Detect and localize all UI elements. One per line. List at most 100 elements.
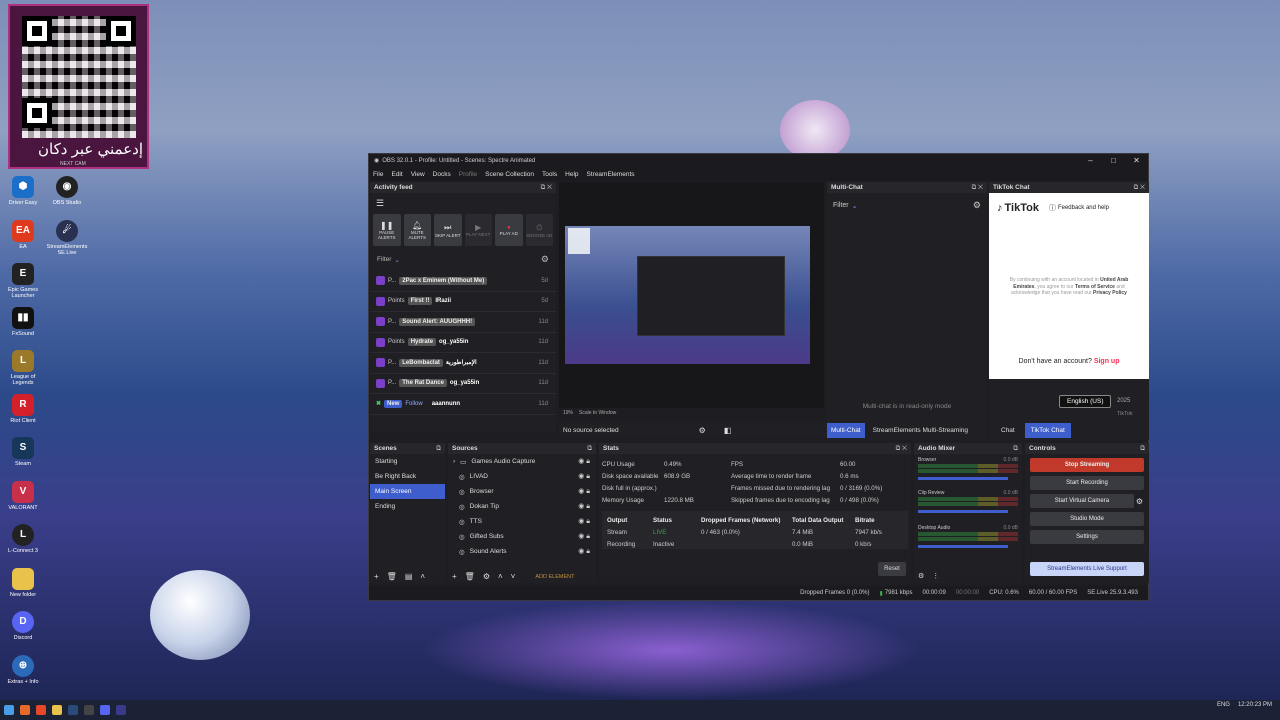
list-item[interactable]: P... 2Pac x Eminem (Without Me) 5d [370, 271, 556, 292]
eye-icon[interactable]: ◉ 🔒︎ [578, 472, 590, 481]
hamburger-icon[interactable]: ☰ [370, 193, 556, 214]
dock-close-icon[interactable]: ⧉ ✕ [972, 184, 983, 192]
move-up-icon[interactable]: ˄ [498, 572, 503, 581]
clock[interactable]: 12:20:23 PM [1238, 702, 1272, 708]
desktop-icon-riot[interactable]: R Riot Client [4, 393, 42, 438]
feedback-link[interactable]: Feedback and help [1058, 205, 1109, 211]
desktop-icon-ea[interactable]: EA EA [4, 219, 42, 264]
list-item[interactable]: P... Sound Alert: AUUGHHH! 11d [370, 312, 556, 333]
browser-icon[interactable] [20, 705, 30, 715]
eye-icon[interactable]: ◉ 🔒︎ [578, 547, 590, 556]
settings-button[interactable]: Settings [1030, 530, 1144, 544]
menu-help[interactable]: Help [565, 171, 578, 178]
dock-float-icon[interactable]: ⧉ [1140, 445, 1145, 453]
snooze-ad-button[interactable]: ⏲ SNOOZE AD [525, 214, 553, 246]
play-next-button[interactable]: ▶ PLAY NEXT [464, 214, 492, 246]
file-explorer-icon[interactable] [52, 705, 62, 715]
list-item[interactable]: P... The Rat Dance og_ya55in 11d [370, 374, 556, 394]
scene-item[interactable]: Ending [370, 499, 445, 514]
gear-icon[interactable]: ⚙ [973, 200, 981, 211]
source-item[interactable]: ◎ LIVAD ◉ 🔒︎ [448, 469, 596, 484]
source-item[interactable]: ◎ Dokan Tip ◉ 🔒︎ [448, 499, 596, 514]
desktop-icon-league[interactable]: L League of Legends [4, 350, 42, 394]
tab-tiktok-chat[interactable]: TikTok Chat [1024, 423, 1071, 438]
gear-icon[interactable]: ⚙ [541, 254, 549, 265]
menu-file[interactable]: File [373, 171, 383, 178]
steam-icon[interactable] [68, 705, 78, 715]
language-indicator[interactable]: ENG [1217, 702, 1230, 708]
gear-icon[interactable]: ⚙ [699, 426, 706, 435]
menu-edit[interactable]: Edit [391, 171, 402, 178]
stop-streaming-button[interactable]: Stop Streaming [1030, 458, 1144, 472]
desktop-icon-fxsound[interactable]: ▮▮ FxSound [4, 306, 42, 351]
dock-float-icon[interactable]: ⧉ [436, 445, 441, 453]
add-icon[interactable]: + [452, 572, 457, 581]
desktop-icon-folder[interactable]: New folder [4, 567, 42, 612]
add-element-button[interactable]: ADD ELEMENT [535, 574, 574, 580]
maximize-icon[interactable]: □ [1102, 156, 1125, 165]
menu-docks[interactable]: Docks [433, 171, 451, 178]
menu-icon[interactable]: ⋮ [932, 572, 939, 580]
dock-close-icon[interactable]: ⧉ ✕ [541, 184, 552, 192]
list-item[interactable]: ✖ New Follow aaannunn 11d [370, 394, 556, 415]
gear-icon[interactable]: ⚙ [1136, 497, 1143, 506]
minimize-icon[interactable]: – [1079, 156, 1102, 165]
dock-float-icon[interactable]: ⧉ [1013, 445, 1018, 453]
start-recording-button[interactable]: Start Recording [1030, 476, 1144, 490]
desktop-icon-extras[interactable]: ⊕ Extras + Info [4, 654, 42, 699]
tab-multistreaming[interactable]: StreamElements Multi-Streaming [869, 423, 972, 438]
start-virtual-camera-button[interactable]: Start Virtual Camera [1030, 494, 1134, 508]
privacy-link[interactable]: Privacy Policy [1093, 290, 1127, 296]
pause-alerts-button[interactable]: ❚❚ PAUSE ALERTS [373, 214, 401, 246]
scene-item[interactable]: Be Right Back [370, 469, 445, 484]
tab-multichat[interactable]: Multi-Chat [827, 423, 865, 438]
scale-mode[interactable]: Scale to Window [579, 410, 616, 416]
mute-alerts-button[interactable]: 🔔︎ MUTE ALERTS [403, 214, 431, 246]
source-item[interactable]: ◎ Gifted Subs ◉ 🔒︎ [448, 529, 596, 544]
move-down-icon[interactable]: ˅ [511, 572, 516, 581]
studio-mode-button[interactable]: Studio Mode [1030, 512, 1144, 526]
desktop-icon-lconnect[interactable]: L L-Connect 3 [4, 524, 42, 568]
obs-icon[interactable] [84, 705, 94, 715]
filter-icon[interactable]: ▤ [405, 572, 413, 581]
source-item[interactable]: ◎ Browser ◉ 🔒︎ [448, 484, 596, 499]
eye-icon[interactable]: ◉ 🔒︎ [578, 487, 590, 496]
eye-icon[interactable]: ◉ 🔒︎ [578, 457, 590, 466]
close-icon[interactable]: ✕ [1125, 156, 1148, 165]
desktop-icon-streamelements[interactable]: ☄ StreamElements SE.Live [47, 219, 87, 264]
menu-profile[interactable]: Profile [459, 171, 477, 178]
desktop-icon-discord[interactable]: D Discord [4, 611, 42, 655]
start-menu-icon[interactable] [4, 705, 14, 715]
list-item[interactable]: P... LeBombaclat الإمبراطورية 11d [370, 353, 556, 374]
skip-alert-button[interactable]: ⏭ SKIP ALERT [434, 214, 462, 246]
gear-icon[interactable]: ⚙ [918, 572, 924, 580]
list-item[interactable]: Points Hydrate og_ya55in 11d [370, 333, 556, 353]
menu-tools[interactable]: Tools [542, 171, 557, 178]
desktop-icon-obs[interactable]: ◉ OBS Studio [48, 176, 86, 220]
filter-icon[interactable]: ◧ [724, 426, 732, 435]
desktop-icon-driver-easy[interactable]: ⬢ Driver Easy [4, 176, 42, 220]
activity-filter[interactable]: Filter ⌄ ⚙ [370, 246, 556, 271]
eye-icon[interactable]: ◉ 🔒︎ [578, 532, 590, 541]
source-item[interactable]: ◎ Sound Alerts ◉ 🔒︎ [448, 544, 596, 559]
play-ad-button[interactable]: ● PLAY AD [495, 214, 523, 246]
scene-item-selected[interactable]: Main Screen [370, 484, 445, 499]
move-up-icon[interactable]: ˄ [420, 572, 425, 581]
trash-icon[interactable]: 🗑︎ [387, 572, 397, 581]
dock-float-icon[interactable]: ⧉ [587, 445, 592, 453]
scene-item[interactable]: Starting [370, 454, 445, 469]
source-item[interactable]: ◎ TTS ◉ 🔒︎ [448, 514, 596, 529]
discord-icon[interactable] [100, 705, 110, 715]
desktop-icon-epic[interactable]: E Epic Games Launcher [4, 263, 42, 307]
menu-view[interactable]: View [411, 171, 425, 178]
preview-area[interactable] [559, 182, 824, 408]
desktop-icon-steam[interactable]: S Steam [4, 437, 42, 481]
dock-close-icon[interactable]: ⧉ ✕ [896, 445, 907, 453]
menu-streamelements[interactable]: StreamElements [587, 171, 635, 178]
reset-button[interactable]: Reset [878, 562, 906, 576]
terms-link[interactable]: Terms of Service [1075, 284, 1115, 290]
gear-icon[interactable]: ⚙ [483, 572, 490, 581]
multichat-filter[interactable]: Filter ⌄ ⚙ [827, 193, 987, 218]
menu-scene-collection[interactable]: Scene Collection [485, 171, 534, 178]
live-support-button[interactable]: StreamElements Live Support [1030, 562, 1144, 576]
